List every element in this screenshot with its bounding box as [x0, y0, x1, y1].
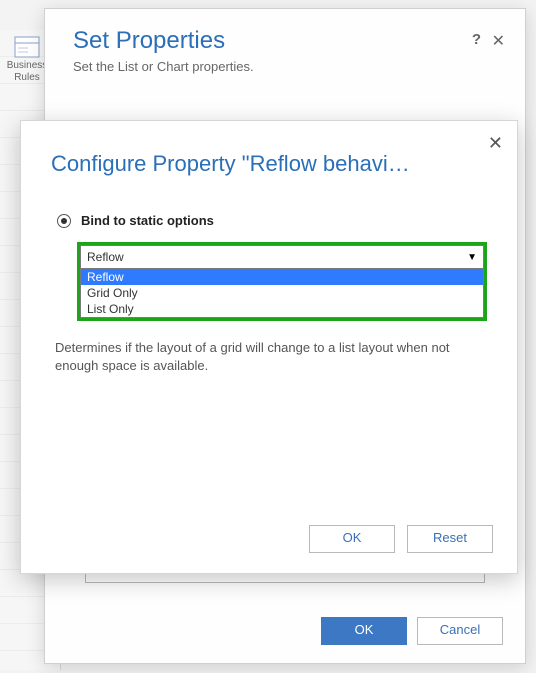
reflow-select-highlight: Reflow ▼ Reflow Grid Only List Only [77, 242, 487, 321]
ok-button[interactable]: OK [309, 525, 395, 553]
option-grid-only[interactable]: Grid Only [81, 285, 483, 301]
dialog-title: Set Properties [73, 27, 501, 55]
ok-button[interactable]: OK [321, 617, 407, 645]
reflow-select[interactable]: Reflow ▼ [80, 245, 484, 269]
property-description: Determines if the layout of a grid will … [55, 339, 487, 375]
business-rules-label: Business Rules [7, 60, 48, 83]
cancel-button[interactable]: Cancel [417, 617, 503, 645]
close-icon[interactable]: ✕ [492, 31, 505, 51]
bind-static-label: Bind to static options [81, 213, 214, 228]
reflow-options-list: Reflow Grid Only List Only [80, 269, 484, 318]
configure-property-dialog: ✕ Configure Property "Reflow behavi… Bin… [20, 120, 518, 574]
dialog-title: Configure Property "Reflow behavi… [51, 151, 461, 177]
bind-static-radio[interactable] [57, 214, 71, 228]
dialog-subtitle: Set the List or Chart properties. [73, 59, 501, 74]
close-icon[interactable]: ✕ [488, 133, 503, 154]
reset-button[interactable]: Reset [407, 525, 493, 553]
form-icon [14, 36, 40, 58]
reflow-select-value: Reflow [87, 250, 124, 264]
help-icon[interactable]: ? [472, 31, 481, 48]
option-list-only[interactable]: List Only [81, 301, 483, 317]
chevron-down-icon: ▼ [467, 252, 477, 263]
option-reflow[interactable]: Reflow [81, 269, 483, 285]
business-rules-button[interactable]: Business Rules [6, 36, 48, 84]
